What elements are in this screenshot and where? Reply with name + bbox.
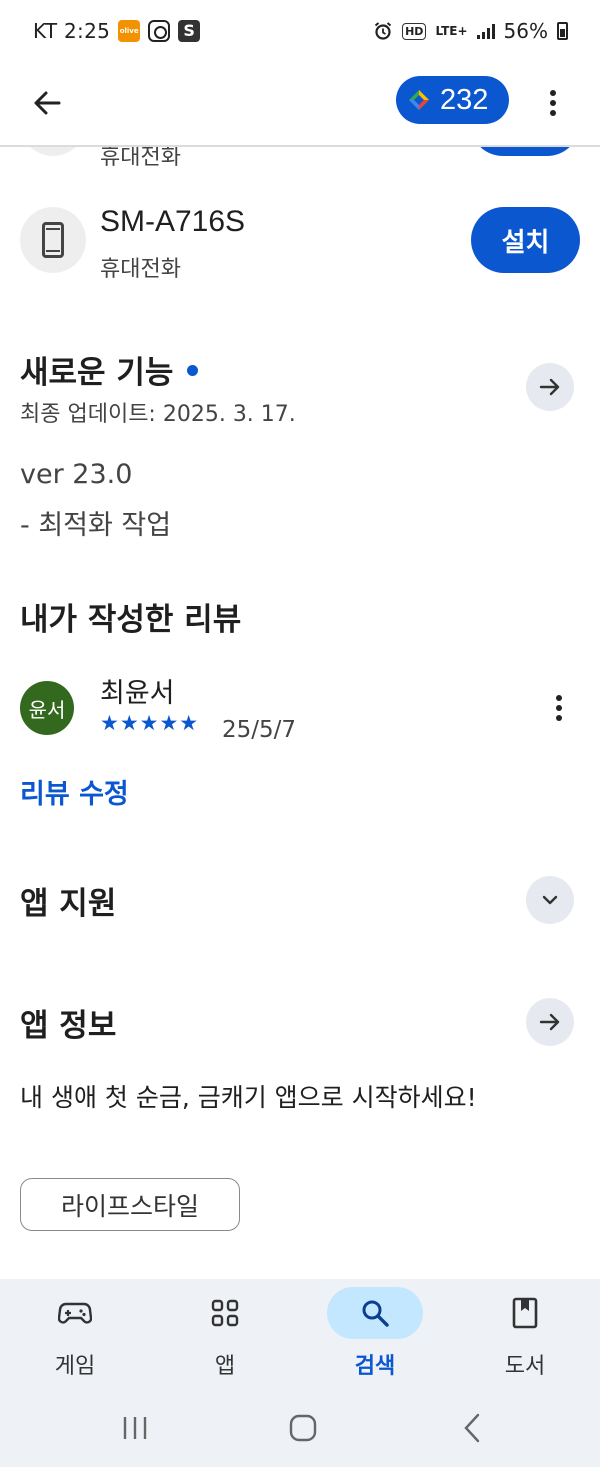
app-bar-divider [0,145,600,147]
nav-books-pill [477,1287,573,1339]
install-button[interactable]: 설치 [471,207,580,273]
status-bar: KT 2:25 olive S HD LTE+ 56% [0,0,600,64]
system-navigation-bar [0,1399,600,1467]
hd-voice-icon: HD [402,22,427,40]
olive-temu-notification-icon: olive [118,20,141,42]
alarm-icon [374,22,392,40]
nav-books-label: 도서 [504,1354,546,1379]
play-points-chip[interactable]: 232 [396,76,509,124]
reviewer-name: 최윤서 [100,678,175,709]
back-button[interactable] [24,80,70,126]
nav-apps[interactable]: 앱 [150,1279,300,1399]
device-row: SM-A716S 휴대전화 설치 [0,205,600,282]
recent-apps-button[interactable] [120,1411,150,1445]
edit-review-link[interactable]: 리뷰 수정 [20,772,129,811]
device-icon-circle [20,207,86,273]
more-vert-icon [550,90,556,116]
about-app-arrow-button[interactable] [526,998,574,1046]
smartphone-icon [42,222,64,258]
new-indicator-dot [187,365,199,376]
book-icon [512,1297,538,1329]
system-back-icon [464,1413,480,1443]
home-button[interactable] [287,1411,319,1445]
app-details-page: KT 2:25 olive S HD LTE+ 56% 232 휴대전화 SM-… [0,0,600,1467]
signal-icon [476,23,495,39]
nav-games-pill [27,1287,123,1339]
lte-icon: LTE+ [435,24,468,38]
version-text: ver 23.0 [20,459,133,490]
back-arrow-icon [34,91,61,115]
gamepad-icon [58,1302,92,1324]
recent-apps-icon [123,1417,147,1439]
about-app-title[interactable]: 앱 정보 [20,1000,116,1045]
avatar: 윤서 [20,681,74,735]
search-icon [362,1300,389,1327]
whats-new-header[interactable]: 새로운 기능 [20,347,199,392]
nav-games-label: 게임 [54,1354,96,1379]
nav-search-pill [327,1287,423,1339]
review-more-button[interactable] [545,690,573,726]
device-type: 휴대전화 [100,257,181,282]
nav-apps-pill [177,1287,273,1339]
nav-games[interactable]: 게임 [0,1279,150,1399]
instagram-notification-icon [148,20,171,42]
play-points-icon [409,90,429,110]
nav-books[interactable]: 도서 [450,1279,600,1399]
home-icon [289,1414,317,1442]
s-notification-icon: S [178,20,201,42]
status-right: HD LTE+ 56% [373,19,568,43]
arrow-forward-icon [539,1013,560,1031]
device-model: SM-A716S [100,205,246,238]
review-date: 25/5/7 [222,717,297,743]
carrier-time: KT 2:25 [33,19,111,43]
nav-search[interactable]: 검색 [300,1279,450,1399]
app-bar: 232 [0,64,600,147]
bottom-navigation: 게임 앱 검색 도서 [0,1279,600,1399]
app-support-title[interactable]: 앱 지원 [20,878,116,923]
changelog-text: - 최적화 작업 [20,510,172,541]
points-count: 232 [440,83,489,116]
apps-grid-icon [211,1299,239,1327]
nav-apps-label: 앱 [214,1354,236,1379]
status-left: KT 2:25 olive S [33,19,201,43]
nav-search-label: 검색 [354,1354,396,1379]
app-support-expand-button[interactable] [526,876,574,924]
battery-percent: 56% [503,19,548,43]
more-options-button[interactable] [535,80,571,126]
my-review-title: 내가 작성한 리뷰 [20,602,242,638]
system-back-button[interactable] [458,1411,486,1445]
last-updated: 최종 업데이트: 2025. 3. 17. [20,402,296,427]
whats-new-arrow-button[interactable] [526,363,574,411]
star-rating: ★★★★★ [100,711,200,735]
category-tag-chip[interactable]: 라이프스타일 [20,1178,240,1231]
more-vert-icon [556,695,562,721]
app-description: 내 생애 첫 순금, 금캐기 앱으로 시작하세요! [20,1083,477,1112]
arrow-forward-icon [539,378,560,396]
battery-icon [557,22,568,40]
whats-new-title: 새로운 기능 [20,355,174,391]
chevron-down-icon [542,895,558,905]
